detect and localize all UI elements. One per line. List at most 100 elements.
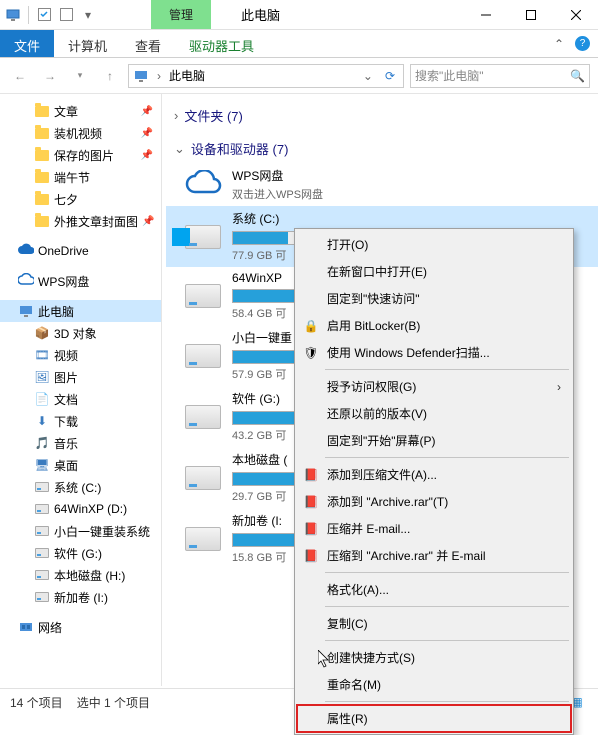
qat-dropdown-icon[interactable]: ▾ <box>79 6 97 24</box>
menu-item[interactable]: 重命名(M) <box>297 671 571 698</box>
menu-separator <box>325 701 569 702</box>
help-icon[interactable]: ? <box>575 36 590 51</box>
chevron-down-icon: ⌄ <box>174 141 185 157</box>
tree-label: OneDrive <box>38 244 89 258</box>
menu-item[interactable]: 授予访问权限(G)› <box>297 373 571 400</box>
menu-item[interactable]: 🛡使用 Windows Defender扫描... <box>297 339 571 366</box>
chevron-right-icon[interactable]: › <box>153 69 165 83</box>
tree-label: 图片 <box>54 369 78 386</box>
bitlocker-icon: 🔒 <box>303 318 319 334</box>
tree-icon <box>18 273 34 289</box>
tree-icon <box>34 479 50 495</box>
tree-item[interactable]: 文章📌 <box>0 100 161 122</box>
tree-item[interactable]: ⬇下载 <box>0 410 161 432</box>
menu-label: 固定到"开始"屏幕(P) <box>327 432 436 449</box>
search-input[interactable]: 搜索"此电脑" 🔍 <box>410 64 590 88</box>
menu-item[interactable]: 还原以前的版本(V) <box>297 400 571 427</box>
tree-item[interactable]: 小白一键重装系统 <box>0 520 161 542</box>
rar-icon: 📕 <box>303 467 319 483</box>
tree-item[interactable]: 🖼图片 <box>0 366 161 388</box>
rar-icon: 📕 <box>303 548 319 564</box>
menu-label: 添加到压缩文件(A)... <box>327 466 437 483</box>
section-title: 文件夹 (7) <box>184 106 243 125</box>
tree-item[interactable]: 📦3D 对象 <box>0 322 161 344</box>
drive-tools-tab[interactable]: 驱动器工具 <box>175 30 268 57</box>
tree-item[interactable]: 系统 (C:) <box>0 476 161 498</box>
menu-item[interactable]: 固定到"快速访问" <box>297 285 571 312</box>
manage-tab[interactable]: 管理 <box>151 0 211 29</box>
menu-item[interactable]: 📕压缩并 E-mail... <box>297 515 571 542</box>
address-bar[interactable]: › 此电脑 ⌄ ⟳ <box>128 64 404 88</box>
tree-item[interactable]: 此电脑 <box>0 300 161 322</box>
up-button[interactable]: ↑ <box>98 64 122 88</box>
checkbox-checked-icon[interactable] <box>35 6 53 24</box>
menu-item[interactable]: 在新窗口中打开(E) <box>297 258 571 285</box>
tree-label: 64WinXP (D:) <box>54 502 127 516</box>
tree-item[interactable]: 外推文章封面图📌 <box>0 210 161 232</box>
close-button[interactable] <box>553 0 598 30</box>
tree-item[interactable]: 网络 <box>0 616 161 638</box>
tree-item[interactable]: 保存的图片📌 <box>0 144 161 166</box>
window-controls <box>463 0 598 30</box>
address-row: ← → ▾ ↑ › 此电脑 ⌄ ⟳ 搜索"此电脑" 🔍 <box>0 58 598 94</box>
menu-item[interactable]: 打开(O) <box>297 231 571 258</box>
tree-item[interactable]: 软件 (G:) <box>0 542 161 564</box>
tree-item[interactable]: 端午节 <box>0 166 161 188</box>
drives-section-header[interactable]: ⌄ 设备和驱动器 (7) <box>166 135 598 162</box>
drive-icon <box>182 399 224 435</box>
menu-item[interactable]: 🔒启用 BitLocker(B) <box>297 312 571 339</box>
tree-label: 软件 (G:) <box>54 545 102 562</box>
tree-item[interactable]: 七夕 <box>0 188 161 210</box>
menu-item[interactable]: 📕压缩到 "Archive.rar" 并 E-mail <box>297 542 571 569</box>
tree-icon <box>34 191 50 207</box>
view-tab[interactable]: 查看 <box>121 30 175 57</box>
menu-item[interactable]: 📕 添加到压缩文件(A)... <box>297 461 571 488</box>
menu-item[interactable]: 创建快捷方式(S) <box>297 644 571 671</box>
tree-label: 音乐 <box>54 435 78 452</box>
menu-separator <box>325 640 569 641</box>
tree-item[interactable]: 装机视频📌 <box>0 122 161 144</box>
menu-separator <box>325 572 569 573</box>
recent-dropdown[interactable]: ▾ <box>68 64 92 88</box>
ribbon-collapse-icon[interactable]: ⌃ <box>551 36 567 52</box>
menu-item[interactable]: 属性(R) <box>297 705 571 732</box>
forward-button[interactable]: → <box>38 64 62 88</box>
checkbox-empty-icon[interactable] <box>57 6 75 24</box>
menu-label: 打开(O) <box>327 236 368 253</box>
nav-tree[interactable]: 文章📌装机视频📌保存的图片📌端午节七夕外推文章封面图📌OneDriveWPS网盘… <box>0 94 162 686</box>
address-path: 此电脑 <box>169 67 355 84</box>
tree-item[interactable]: OneDrive <box>0 240 161 262</box>
menu-item[interactable]: 格式化(A)... <box>297 576 571 603</box>
minimize-button[interactable] <box>463 0 508 30</box>
tree-item[interactable]: 64WinXP (D:) <box>0 498 161 520</box>
menu-item[interactable]: 复制(C) <box>297 610 571 637</box>
tree-item[interactable]: 新加卷 (I:) <box>0 586 161 608</box>
tree-item[interactable]: WPS网盘 <box>0 270 161 292</box>
tree-item[interactable]: 本地磁盘 (H:) <box>0 564 161 586</box>
cloud-icon <box>182 166 224 202</box>
refresh-icon[interactable]: ⟳ <box>381 69 399 83</box>
tree-label: 外推文章封面图 <box>54 213 138 230</box>
wps-cloud-entry[interactable]: WPS网盘 双击进入WPS网盘 <box>166 162 598 206</box>
file-tab[interactable]: 文件 <box>0 30 54 57</box>
maximize-button[interactable] <box>508 0 553 30</box>
back-button[interactable]: ← <box>8 64 32 88</box>
pin-icon: 📌 <box>141 106 157 117</box>
menu-item[interactable]: 固定到"开始"屏幕(P) <box>297 427 571 454</box>
defender-icon: 🛡 <box>303 345 319 361</box>
tree-item[interactable]: 🖥桌面 <box>0 454 161 476</box>
pin-icon: 📌 <box>141 150 157 161</box>
address-dropdown-icon[interactable]: ⌄ <box>359 69 377 83</box>
tree-item[interactable]: 🎵音乐 <box>0 432 161 454</box>
menu-item[interactable]: 📕添加到 "Archive.rar"(T) <box>297 488 571 515</box>
tree-item[interactable]: 🎞视频 <box>0 344 161 366</box>
tree-icon <box>18 619 34 635</box>
menu-label: 授予访问权限(G) <box>327 378 416 395</box>
folders-section-header[interactable]: › 文件夹 (7) <box>166 102 598 129</box>
monitor-icon <box>4 6 22 24</box>
drive-icon <box>182 278 224 314</box>
tree-icon <box>34 125 50 141</box>
tree-item[interactable]: 📄文档 <box>0 388 161 410</box>
computer-tab[interactable]: 计算机 <box>54 30 121 57</box>
menu-separator <box>325 606 569 607</box>
